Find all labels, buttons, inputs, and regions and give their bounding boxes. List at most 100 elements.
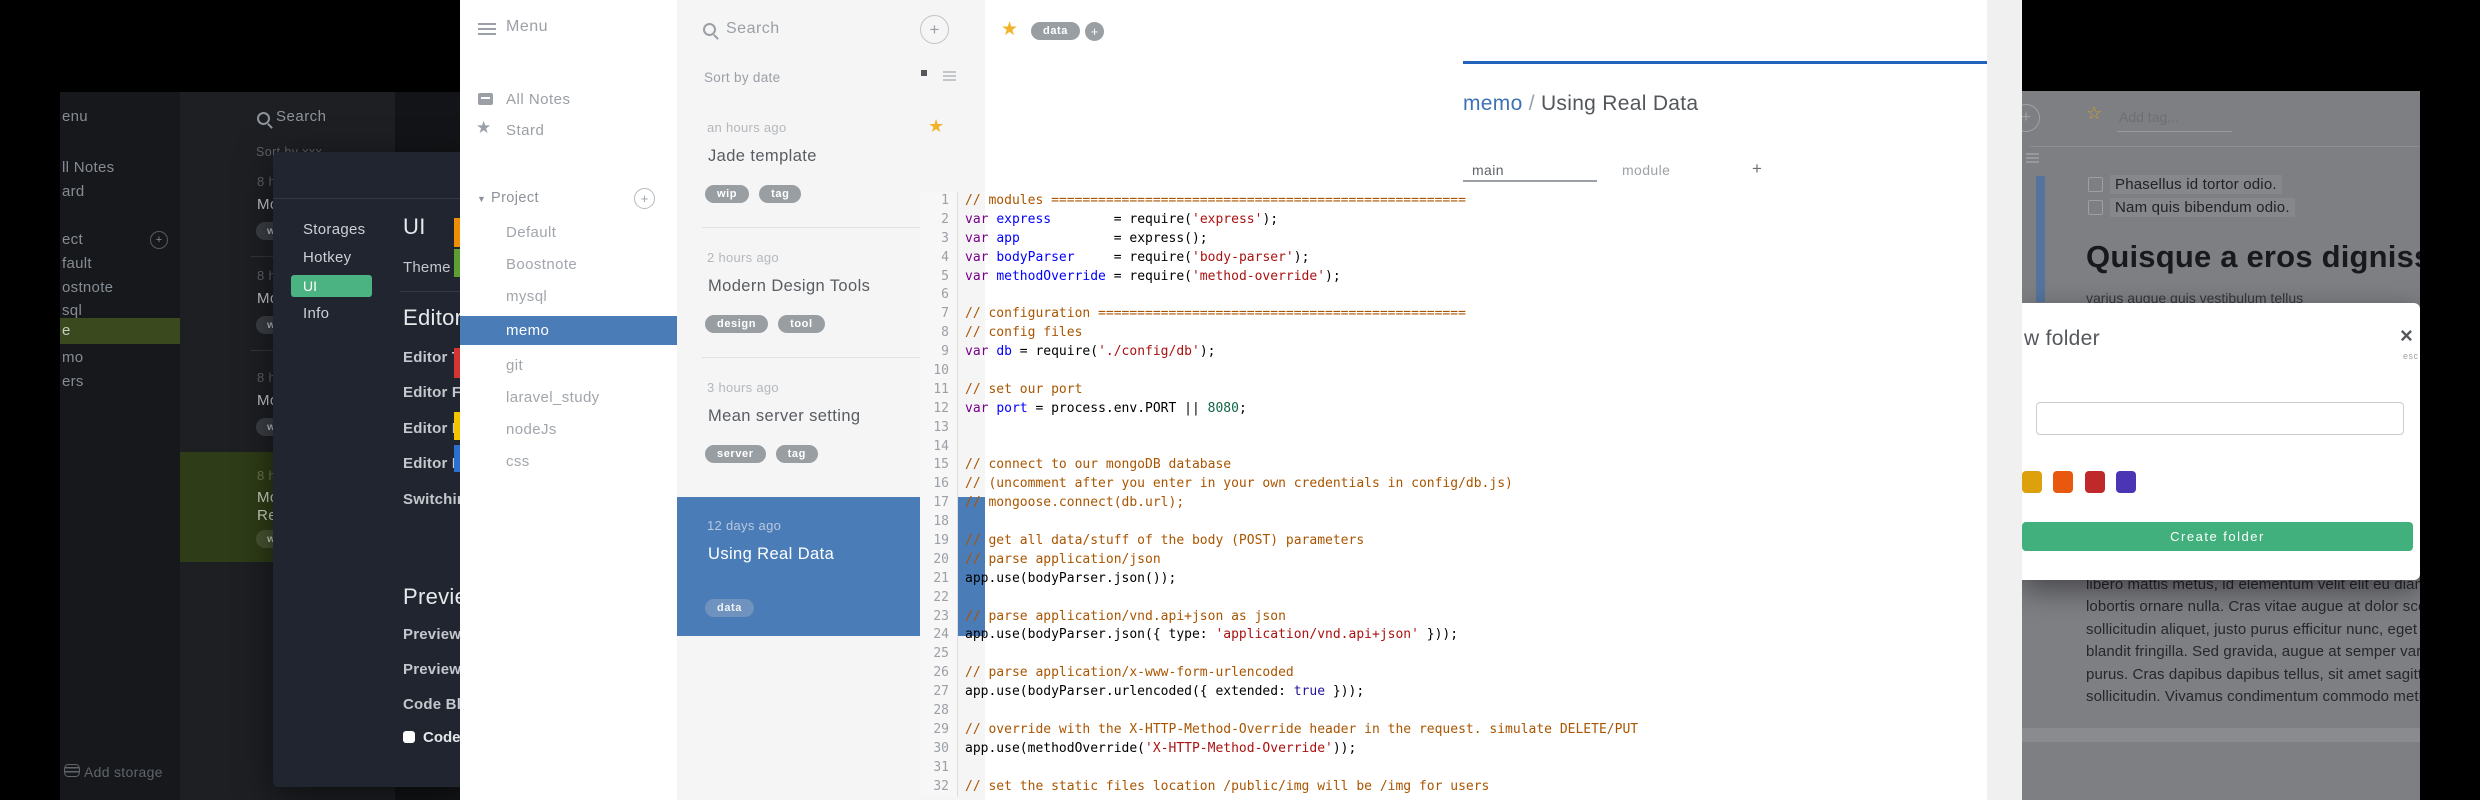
sidebar-folder[interactable]: Boostnote [506,256,577,273]
menu-icon[interactable] [478,23,496,25]
sidebar-folder-selected[interactable]: e [60,318,180,344]
code-token: var [965,249,997,265]
line-number: 23 [933,608,949,624]
checkbox[interactable] [2088,200,2103,215]
checkbox[interactable] [2088,177,2103,192]
star-icon[interactable]: ★ [928,116,944,137]
sidebar-item-all-notes[interactable]: All Notes [506,91,571,108]
line-number: 13 [933,419,949,435]
folder-color-swatch[interactable] [2022,471,2042,493]
folder-color-swatch[interactable] [2116,471,2136,493]
line-number: 7 [941,306,949,322]
header-divider [2030,146,2420,147]
code-token: // override with the X-HTTP-Method-Overr… [965,721,1639,737]
sidebar-folder[interactable]: Default [506,224,556,241]
code-token: // get all data/stuff of the body (POST)… [965,533,1365,549]
dialog-title: w folder [2024,327,2100,350]
line-number: 18 [933,514,949,530]
code-token: ); [1262,211,1279,227]
sidebar-folder[interactable]: css [506,453,530,470]
line-number: 5 [941,268,949,284]
breadcrumb-folder[interactable]: memo [1463,92,1523,115]
code-token: )); [1332,740,1357,756]
folder-name-input[interactable] [2036,402,2404,435]
sidebar-item-starred[interactable]: ard [62,183,85,200]
line-number: 19 [933,533,949,549]
sidebar-folder[interactable]: git [506,357,523,374]
sidebar-item-all-notes[interactable]: ll Notes [62,159,114,176]
code-token: 'express' [1192,211,1263,227]
second-window-edge [1987,0,2022,800]
settings-menu-item[interactable]: Hotkey [303,249,352,266]
note-date: an hours ago [707,120,787,135]
close-icon[interactable]: × [2400,323,2413,349]
new-note-button[interactable]: + [920,15,949,44]
line-number: 3 [941,230,949,246]
folder-color-swatch[interactable] [2085,471,2105,493]
add-tag-input[interactable]: Add tag... [2119,109,2179,125]
project-folder-label[interactable]: Project [491,190,539,206]
add-folder-button[interactable]: + [634,188,655,209]
menu-label[interactable]: Menu [506,18,548,36]
folder-color-swatch[interactable] [2053,471,2073,493]
code-token: db [996,344,1012,360]
sidebar-folder[interactable]: fault [62,255,92,272]
add-storage-button[interactable]: Add storage [84,764,163,780]
code-token: 'method-override' [1191,268,1326,284]
add-folder-button[interactable]: + [150,231,168,249]
paragraph-line: purus. Cras dapibus dapibus tellus, sit … [2086,665,2420,683]
sidebar-folder[interactable]: ers [62,373,84,390]
create-folder-button[interactable]: Create folder [2022,522,2413,551]
search-input[interactable]: Search [276,108,327,125]
breadcrumb-title: Using Real Data [1540,92,1699,115]
breadcrumb-separator: / [1528,92,1535,115]
note-tag-pill[interactable]: data [1031,22,1081,40]
sidebar: Menu All Notes ★ Stard ▼ Project + Defau… [460,0,678,800]
tag-pill: tag [775,445,818,463]
settings-menu-item-selected[interactable]: UI [291,275,372,297]
sidebar-item-starred[interactable]: Stard [506,122,544,139]
sidebar-folder-selected[interactable]: memo [460,316,677,345]
sidebar-folder[interactable]: mysql [506,288,547,305]
tab-module[interactable]: module [1622,162,1670,178]
new-tab-button[interactable]: + [1752,159,1762,179]
checkbox[interactable] [403,731,415,743]
storage-icon [64,764,80,777]
settings-menu-item[interactable]: Storages [303,221,365,238]
code-token: = require( [1051,211,1192,227]
star-outline-icon[interactable]: ☆ [2086,103,2102,124]
add-tag-button[interactable]: + [1085,22,1104,41]
starred-icon: ★ [476,118,492,137]
settings-panel: Storages Hotkey UI Info UI Theme Editor Editor… [273,152,483,787]
line-number: 12 [933,400,949,416]
sidebar-folder[interactable]: nodeJs [506,421,557,438]
sidebar-menu[interactable]: enu [62,108,88,125]
sidebar-folder[interactable]: sql [62,302,82,319]
sidebar-folder[interactable]: laravel_study [506,389,600,406]
star-icon[interactable]: ★ [1001,18,1018,41]
grid-view-icon[interactable] [921,70,927,76]
code-token: // mongoose.connect(db.url); [965,495,1185,511]
tab-main[interactable]: main [1472,162,1504,178]
code-line: // mongoose.connect(db.url); [965,494,1638,513]
code-editor[interactable]: // modules =============================… [965,192,1638,797]
code-token: 'application/vnd.api+json' [1215,627,1419,643]
code-token: app.use(methodOverride( [965,740,1146,756]
code-line: // connect to our mongoDB database [965,456,1638,475]
sidebar-folder[interactable]: ostnote [62,279,113,296]
search-input[interactable]: Search [726,20,780,38]
list-view-icon [2026,153,2039,155]
line-number: 22 [933,589,949,605]
note-title: Mean server setting [708,407,861,425]
code-line: // get all data/stuff of the body (POST)… [965,532,1638,551]
project-folder-label[interactable]: ect [62,231,83,248]
chevron-down-icon[interactable]: ▼ [477,194,486,204]
code-token: app.use(bodyParser.urlencoded({ extended… [965,684,1294,700]
sort-selector[interactable]: Sort by date [704,70,780,85]
sidebar-folder[interactable]: mo [62,349,83,366]
settings-menu-item[interactable]: Info [303,305,329,322]
tag-pill: tool [778,315,825,333]
code-token: // set our port [965,381,1083,397]
list-view-icon[interactable] [943,71,956,73]
code-token: // configuration =======================… [965,306,1466,322]
